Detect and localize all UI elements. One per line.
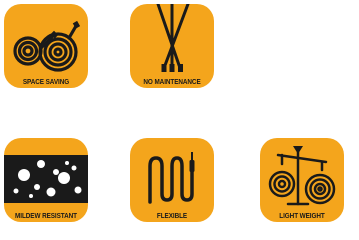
feature-label: FLEXIBLE xyxy=(156,211,188,220)
feature-label: MILDEW RESISTANT xyxy=(15,211,77,220)
coiled-hose-icon xyxy=(4,4,88,88)
feature-tile-light-weight: LIGHT WEIGHT xyxy=(260,138,344,222)
feature-tile-space-saving: SPACE SAVING xyxy=(4,4,88,88)
pole-tripod-icon xyxy=(130,4,214,88)
mildew-bubbles-icon xyxy=(4,138,88,222)
feature-tile-flexible: FLEXIBLE xyxy=(130,138,214,222)
feature-label: SPACE SAVING xyxy=(22,77,70,86)
feature-label: LIGHT WEIGHT xyxy=(279,211,325,220)
feature-tile-mildew-resistant: MILDEW RESISTANT xyxy=(4,138,88,222)
feature-label: NO MAINTENANCE xyxy=(143,77,201,86)
flexible-hose-icon xyxy=(130,138,214,222)
scale-balance-icon xyxy=(260,138,344,222)
feature-tile-no-maintenance: NO MAINTENANCE xyxy=(130,4,214,88)
